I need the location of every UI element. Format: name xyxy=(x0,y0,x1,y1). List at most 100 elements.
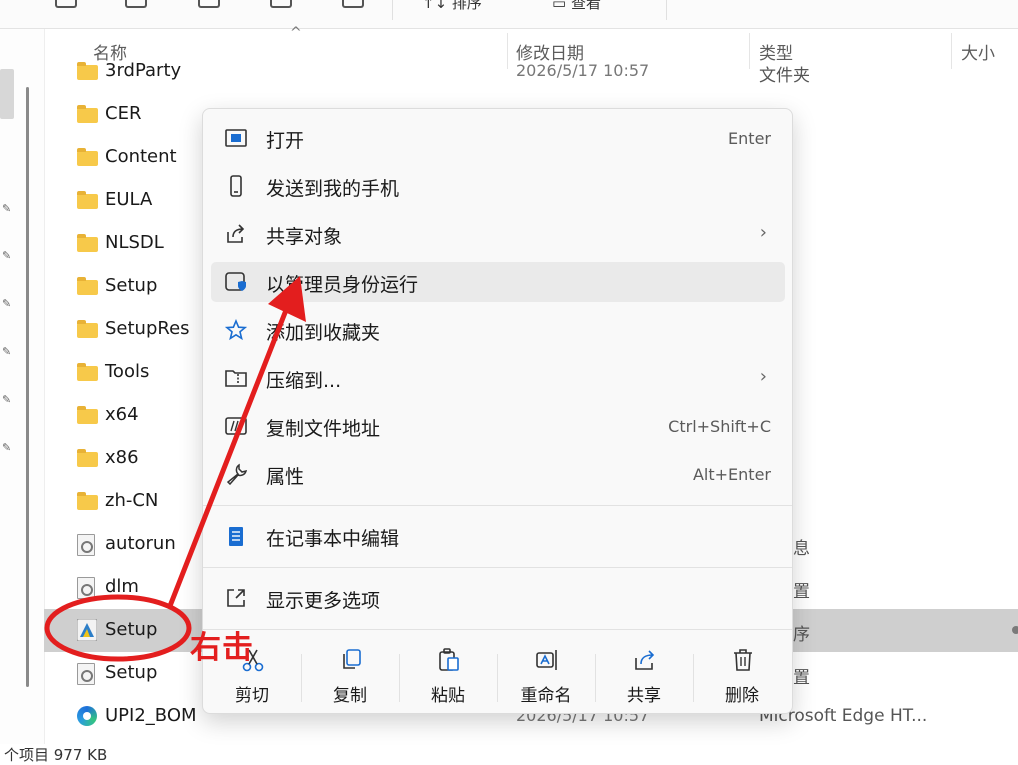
menu-shortcut: Enter xyxy=(728,129,771,148)
menu-item-label: 共享对象 xyxy=(266,226,343,248)
action-divider xyxy=(595,654,596,702)
menu-item-run-as-admin[interactable]: 以管理员身份运行 xyxy=(211,262,785,302)
pin-icon: ✎ xyxy=(2,441,12,454)
sort-button[interactable]: ↑↓ 排序 xyxy=(422,0,482,13)
menu-item-share-with[interactable]: 共享对象 › xyxy=(211,214,785,254)
admin-shield-icon xyxy=(225,272,246,291)
chevron-right-icon: › xyxy=(759,222,767,243)
action-label: 粘贴 xyxy=(431,686,465,706)
file-name: EULA xyxy=(105,189,153,210)
menu-divider xyxy=(203,505,792,506)
action-divider xyxy=(399,654,400,702)
open-icon xyxy=(225,129,247,147)
selection-indicator xyxy=(1012,626,1018,634)
menu-item-label: 压缩到... xyxy=(266,370,342,392)
menu-item-label: 发送到我的手机 xyxy=(266,178,400,200)
menu-item-add-to-favorites[interactable]: 添加到收藏夹 xyxy=(211,310,785,350)
file-name: Tools xyxy=(105,361,150,382)
menu-item-label: 添加到收藏夹 xyxy=(266,322,381,344)
action-paste-button[interactable]: 粘贴 xyxy=(403,644,493,706)
file-name: zh-CN xyxy=(105,490,159,511)
menu-divider xyxy=(203,567,792,568)
rename-icon[interactable] xyxy=(198,0,220,8)
menu-item-send-to-phone[interactable]: 发送到我的手机 xyxy=(211,166,785,206)
context-menu: 打开 Enter 发送到我的手机 共享对象 › 以管理员身份运行 添加到收藏夹 … xyxy=(202,108,793,714)
star-icon xyxy=(225,319,247,341)
action-share-button[interactable]: 共享 xyxy=(599,644,689,706)
menu-item-show-more-options[interactable]: 显示更多选项 xyxy=(211,578,785,618)
file-name: Content xyxy=(105,146,177,167)
menu-item-properties[interactable]: 属性 Alt+Enter xyxy=(211,454,785,494)
share-icon xyxy=(635,650,655,670)
menu-item-copy-as-path[interactable]: 复制文件地址 Ctrl+Shift+C xyxy=(211,406,785,446)
folder-icon xyxy=(77,62,98,80)
sort-ascending-icon: ^ xyxy=(290,25,302,41)
menu-item-label: 复制文件地址 xyxy=(266,418,381,440)
phone-icon xyxy=(230,175,242,197)
nav-selected-item[interactable] xyxy=(0,69,14,119)
file-name: x64 xyxy=(105,404,139,425)
pin-icon: ✎ xyxy=(2,345,12,358)
folder-icon xyxy=(77,320,98,338)
rename-icon xyxy=(536,650,557,670)
autodesk-app-icon xyxy=(77,619,97,641)
menu-shortcut: Alt+Enter xyxy=(692,465,771,484)
action-label: 复制 xyxy=(333,686,367,706)
nav-scrollbar[interactable] xyxy=(26,87,29,687)
menu-item-open[interactable]: 打开 Enter xyxy=(211,118,785,158)
file-name: Setup xyxy=(105,275,158,296)
menu-item-label: 以管理员身份运行 xyxy=(266,274,419,296)
pin-icon: ✎ xyxy=(2,393,12,406)
menu-item-label: 显示更多选项 xyxy=(266,590,381,612)
action-label: 重命名 xyxy=(520,686,572,706)
annotation-label: 右击 xyxy=(190,630,254,666)
folder-icon xyxy=(77,191,98,209)
copy-icon[interactable] xyxy=(55,0,77,8)
file-date: 2026/5/17 10:57 xyxy=(516,61,650,80)
notepad-icon xyxy=(229,527,243,546)
menu-shortcut: Ctrl+Shift+C xyxy=(668,417,771,436)
menu-item-edit-in-notepad[interactable]: 在记事本中编辑 xyxy=(211,516,785,556)
share-icon[interactable] xyxy=(270,0,292,8)
delete-icon[interactable] xyxy=(342,0,364,8)
action-label: 删除 xyxy=(725,686,759,706)
toolbar-divider xyxy=(392,0,393,20)
action-divider xyxy=(301,654,302,702)
file-name: Setup xyxy=(105,662,158,683)
menu-item-compress-to[interactable]: 压缩到... › xyxy=(211,358,785,398)
action-label: 共享 xyxy=(627,686,661,706)
toolbar-divider xyxy=(666,0,667,20)
action-copy-button[interactable]: 复制 xyxy=(305,644,395,706)
file-name: dlm xyxy=(105,576,139,597)
folder-icon xyxy=(77,277,98,295)
wrench-icon xyxy=(226,463,247,485)
action-delete-button[interactable]: 删除 xyxy=(697,644,787,706)
folder-icon xyxy=(77,148,98,166)
navigation-pane: ✎ ✎ ✎ ✎ ✎ ✎ xyxy=(0,29,45,744)
folder-icon xyxy=(77,449,98,467)
action-divider xyxy=(693,654,694,702)
view-button[interactable]: ▭ 查看 xyxy=(552,0,601,13)
file-type: 文件夹 xyxy=(759,66,810,86)
settings-file-icon xyxy=(77,534,95,556)
copy-icon xyxy=(343,649,361,669)
folder-icon xyxy=(77,406,98,424)
status-text: 个项目 977 KB xyxy=(4,746,108,764)
file-name: Setup xyxy=(105,619,158,640)
zip-folder-icon xyxy=(225,370,247,387)
paste-icon[interactable] xyxy=(125,0,147,8)
chevron-right-icon: › xyxy=(759,366,767,387)
menu-divider xyxy=(203,629,792,630)
sort-label: 排序 xyxy=(451,0,482,12)
folder-icon xyxy=(77,105,98,123)
action-divider xyxy=(497,654,498,702)
file-row[interactable]: 3rdParty 2026/5/17 10:57 文件夹 xyxy=(44,50,1018,93)
file-name: 3rdParty xyxy=(105,60,182,81)
view-label: 查看 xyxy=(570,0,601,12)
file-name: SetupRes xyxy=(105,318,190,339)
menu-item-label: 属性 xyxy=(266,466,305,488)
menu-item-label: 打开 xyxy=(266,130,305,152)
action-label: 剪切 xyxy=(235,686,269,706)
action-rename-button[interactable]: 重命名 xyxy=(501,644,591,706)
menu-item-label: 在记事本中编辑 xyxy=(266,528,400,550)
